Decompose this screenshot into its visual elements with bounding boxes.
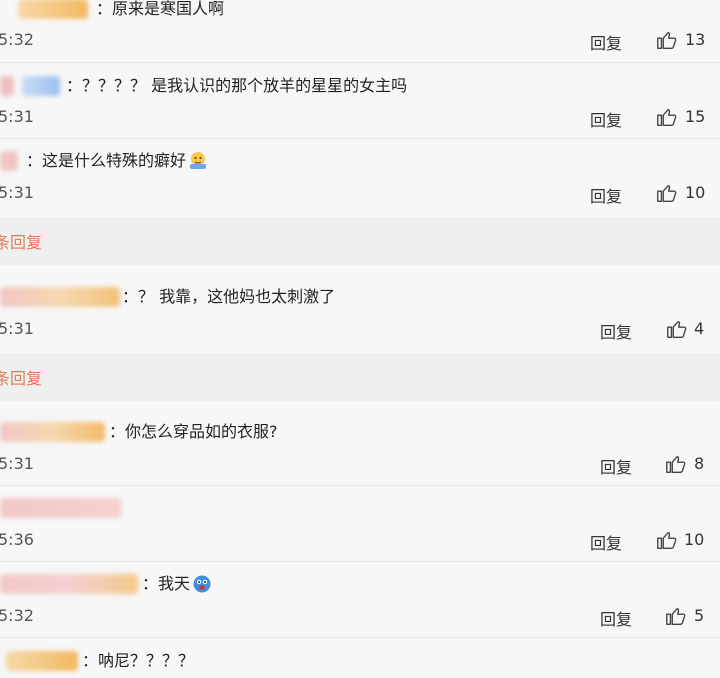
- comment-header: ：？？？？ 是我认识的那个放羊的星星的女主吗: [0, 73, 407, 99]
- comment-time: 5:31: [0, 183, 34, 202]
- like-count: 10: [685, 183, 706, 202]
- blurred-username: [0, 287, 120, 307]
- comment-time: 5:32: [0, 606, 34, 625]
- comment-time: 5:31: [0, 454, 34, 473]
- thumbs-up-icon[interactable]: [655, 106, 677, 128]
- comment-time: 5:31: [0, 319, 34, 338]
- comment-text: ：我天: [142, 574, 191, 593]
- comment-text: ：？？？？ 是我认识的那个放羊的星星的女主吗: [66, 76, 408, 95]
- like-count: 5: [694, 606, 705, 625]
- comment-text: ：呐尼？？？？: [82, 651, 195, 670]
- blurred-username: [6, 651, 78, 671]
- divider: [0, 561, 720, 562]
- reply-button[interactable]: 回复: [590, 183, 622, 207]
- like-count: 10: [684, 530, 705, 549]
- comment-header: ：这是什么特殊的癖好: [0, 148, 208, 174]
- reply-button[interactable]: 回复: [590, 530, 622, 554]
- reply-button[interactable]: 回复: [600, 606, 632, 630]
- more-replies-bar[interactable]: 条回复: [0, 217, 720, 265]
- comment-header: ：你怎么穿品如的衣服?: [0, 419, 278, 445]
- divider: [0, 138, 720, 139]
- blurred-username: [0, 422, 105, 442]
- comment-header: ：？ 我靠，这他妈也太刺激了: [0, 284, 335, 310]
- more-replies-link[interactable]: 条回复: [0, 229, 42, 253]
- shrug-emoji-icon: [190, 152, 207, 169]
- comment-text: ：这是什么特殊的癖好: [26, 151, 187, 170]
- comment-text: ：？ 我靠，这他妈也太刺激了: [122, 287, 336, 306]
- blurred-username: [0, 574, 138, 594]
- thumbs-up-icon[interactable]: [664, 453, 686, 475]
- comment-header: ：原来是寒国人啊: [0, 0, 224, 22]
- reply-button[interactable]: 回复: [600, 454, 632, 478]
- thumbs-up-icon[interactable]: [655, 182, 677, 204]
- more-replies-bar[interactable]: 条回复: [0, 353, 720, 401]
- like-count: 8: [694, 454, 705, 473]
- blurred-username: [0, 151, 18, 171]
- comment-header: ：呐尼？？？？: [0, 648, 194, 674]
- divider: [0, 485, 720, 486]
- like-count: 15: [685, 107, 706, 126]
- reply-button[interactable]: 回复: [590, 107, 622, 131]
- blurred-username: [0, 498, 122, 518]
- reply-button[interactable]: 回复: [600, 319, 632, 343]
- thumbs-up-icon[interactable]: [664, 605, 686, 627]
- comment-text: ：原来是寒国人啊: [96, 0, 225, 18]
- comment-header: [0, 495, 122, 521]
- blurred-username: [22, 76, 60, 96]
- comment-time: 5:31: [0, 107, 34, 126]
- shocked-emoji-icon: [193, 575, 211, 593]
- thumbs-up-icon[interactable]: [655, 529, 677, 551]
- comment-time: 5:36: [0, 530, 34, 549]
- divider: [0, 637, 720, 638]
- like-count: 13: [685, 30, 706, 49]
- comment-time: 5:32: [0, 30, 34, 49]
- more-replies-link[interactable]: 条回复: [0, 365, 42, 389]
- comment-header: ：我天: [0, 571, 212, 597]
- divider: [0, 62, 720, 63]
- thumbs-up-icon[interactable]: [655, 29, 677, 51]
- thumbs-up-icon[interactable]: [665, 318, 687, 340]
- reply-button[interactable]: 回复: [590, 30, 622, 54]
- like-count: 4: [694, 319, 705, 338]
- comment-text: ：你怎么穿品如的衣服?: [109, 422, 278, 441]
- blurred-username: [18, 0, 88, 19]
- blurred-username: [0, 76, 14, 96]
